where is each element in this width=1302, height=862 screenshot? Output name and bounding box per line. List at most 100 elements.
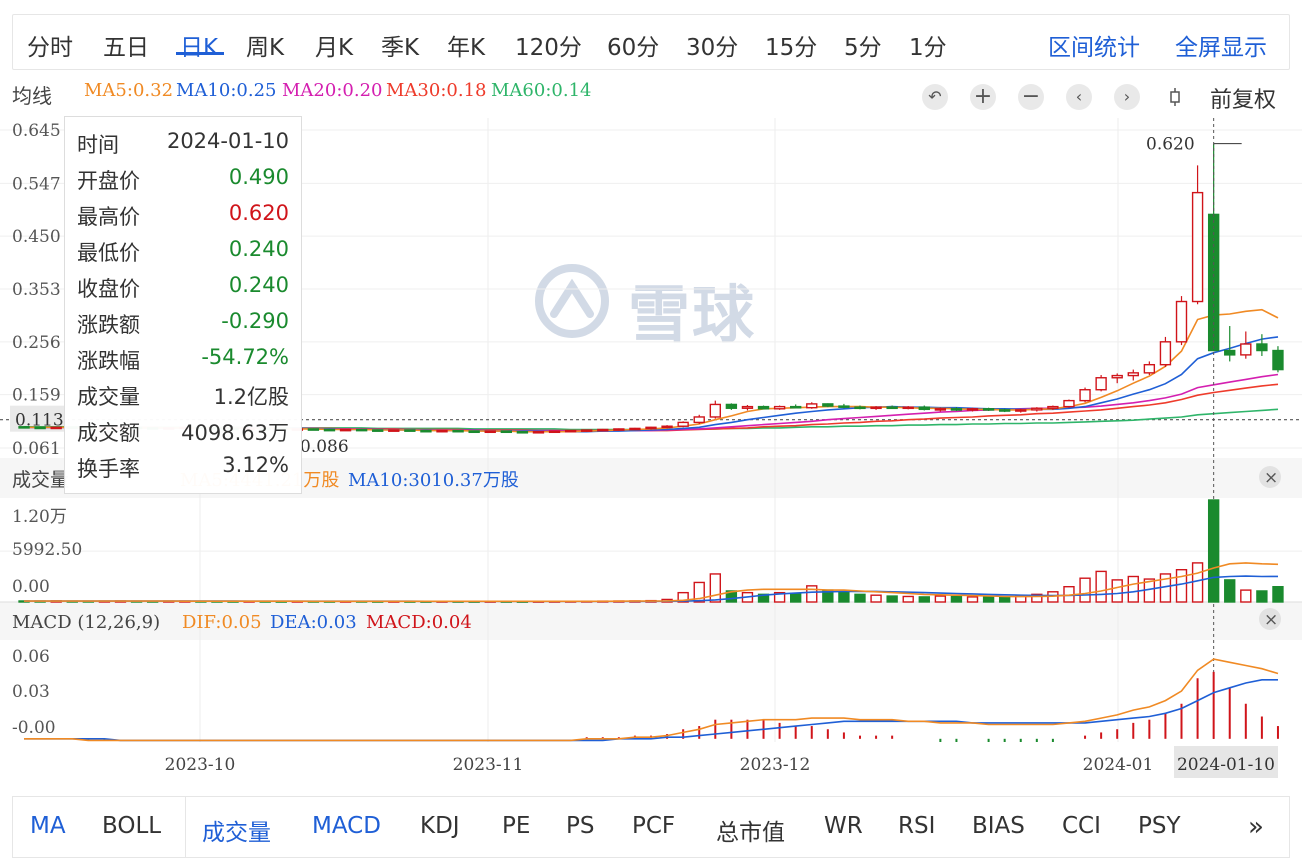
min-price-label: 0.086 bbox=[300, 437, 349, 457]
candle-body bbox=[741, 405, 754, 409]
indicator-divider bbox=[185, 797, 186, 857]
volume-bar bbox=[870, 594, 882, 603]
price-tick-label: 0.256 bbox=[12, 333, 61, 353]
candle-body bbox=[773, 405, 786, 410]
candle-body bbox=[516, 430, 529, 434]
tooltip-key: 涨跌额 bbox=[77, 313, 140, 337]
indicator-tab-11[interactable]: BIAS bbox=[972, 813, 1025, 839]
macd-dea-line bbox=[24, 678, 1278, 742]
volume-bar bbox=[886, 595, 898, 603]
candle-body bbox=[1175, 300, 1188, 343]
volume-bar bbox=[854, 593, 866, 603]
volume-bar bbox=[1079, 577, 1091, 603]
candle-body bbox=[372, 429, 384, 432]
x-axis-label: 2024-01 bbox=[1083, 755, 1154, 775]
price-tick-label: 0.450 bbox=[12, 227, 61, 247]
indicator-tab-4[interactable]: KDJ bbox=[420, 813, 460, 839]
candle-body bbox=[50, 426, 62, 430]
macd-dif-label: DIF:0.05 bbox=[182, 612, 262, 633]
candle-body bbox=[934, 408, 947, 411]
max-price-label: 0.620 bbox=[1146, 135, 1195, 155]
volume-bar bbox=[806, 585, 818, 603]
candle-body bbox=[709, 403, 721, 418]
x-axis-label: 2023-11 bbox=[453, 755, 524, 775]
candle-body bbox=[806, 403, 818, 409]
volume-bar bbox=[1240, 589, 1252, 603]
candle-body bbox=[998, 409, 1011, 412]
indicator-tab-5[interactable]: PE bbox=[502, 813, 530, 839]
candle-body bbox=[597, 428, 609, 432]
volume-bar bbox=[918, 596, 930, 603]
candle-body bbox=[468, 430, 480, 434]
candle-body bbox=[1272, 349, 1284, 371]
tooltip-value: 3.12% bbox=[222, 453, 289, 477]
tooltip-row: 换手率 3.12% bbox=[65, 453, 301, 489]
candle-body bbox=[918, 406, 930, 411]
tooltip-value: 0.240 bbox=[228, 237, 289, 261]
tooltip-value: 0.490 bbox=[228, 165, 289, 189]
data-tooltip: 时间 2024-01-10 开盘价 0.490 最高价 0.620 最低价 0.240 收盘价 0… bbox=[64, 116, 302, 494]
volume-header-label: 成交量 bbox=[12, 469, 69, 491]
indicator-tab-2[interactable]: 成交量 bbox=[202, 813, 271, 847]
candle-body bbox=[323, 428, 336, 432]
candle-body bbox=[18, 426, 30, 429]
tooltip-value: 0.620 bbox=[228, 201, 289, 225]
tooltip-key: 换手率 bbox=[77, 457, 140, 481]
volume-bar bbox=[1111, 579, 1123, 603]
indicator-tab-13[interactable]: PSY bbox=[1138, 813, 1181, 839]
volume-bar bbox=[1207, 499, 1220, 603]
volume-bar bbox=[838, 591, 850, 603]
candle-body bbox=[613, 428, 625, 431]
candle-body bbox=[822, 403, 834, 407]
indicator-tab-9[interactable]: WR bbox=[824, 813, 863, 839]
candle-body bbox=[548, 430, 561, 434]
indicator-tab-12[interactable]: CCI bbox=[1062, 813, 1101, 839]
candle-body bbox=[452, 429, 464, 433]
indicator-tab-0[interactable]: MA bbox=[30, 813, 66, 839]
volume-bar bbox=[1272, 586, 1284, 603]
tooltip-key: 收盘价 bbox=[77, 277, 140, 301]
candle-body bbox=[1159, 341, 1172, 366]
volume-bar bbox=[998, 596, 1011, 603]
candle-body bbox=[757, 405, 770, 410]
indicator-tab-1[interactable]: BOLL bbox=[102, 813, 161, 839]
volume-bar bbox=[709, 573, 721, 603]
indicator-tab-7[interactable]: PCF bbox=[632, 813, 675, 839]
indicator-tab-6[interactable]: PS bbox=[566, 813, 594, 839]
tooltip-key: 最低价 bbox=[77, 241, 140, 265]
candle-body bbox=[790, 405, 802, 409]
candle-body bbox=[966, 408, 979, 411]
candle-body bbox=[1031, 407, 1043, 411]
candle-body bbox=[1127, 372, 1139, 377]
volume-tick-label: 5992.50 bbox=[12, 540, 82, 560]
macd-value-label: MACD:0.04 bbox=[366, 612, 472, 633]
price-tick-label: 0.547 bbox=[12, 174, 61, 194]
volume-bar bbox=[1224, 579, 1236, 603]
macd-dif-line bbox=[24, 658, 1279, 742]
candle-body bbox=[564, 429, 577, 433]
volume-bar bbox=[902, 595, 914, 603]
indicator-tab-8[interactable]: 总市值 bbox=[716, 813, 785, 847]
tooltip-key: 成交额 bbox=[77, 421, 140, 445]
candle-body bbox=[339, 428, 352, 432]
candle-body bbox=[725, 403, 738, 409]
volume-bar bbox=[1175, 569, 1188, 603]
candle-body bbox=[436, 429, 448, 433]
double-chevron-right-icon[interactable]: » bbox=[1248, 812, 1264, 842]
candle-body bbox=[693, 416, 705, 424]
tooltip-row: 开盘价 0.490 bbox=[65, 165, 301, 201]
tooltip-key: 最高价 bbox=[77, 205, 140, 229]
macd-tick-label: 0.06 bbox=[12, 647, 50, 667]
volume-bar bbox=[966, 596, 979, 603]
candle-body bbox=[1047, 405, 1059, 409]
tooltip-key: 涨跌幅 bbox=[77, 349, 140, 373]
indicator-tab-10[interactable]: RSI bbox=[898, 813, 935, 839]
tooltip-row: 最低价 0.240 bbox=[65, 237, 301, 273]
volume-bar bbox=[934, 595, 947, 603]
candle-body bbox=[870, 406, 882, 410]
indicator-tab-3[interactable]: MACD bbox=[312, 813, 381, 839]
volume-bar bbox=[790, 592, 802, 603]
tooltip-value: -0.290 bbox=[221, 309, 289, 333]
volume-close-glyph: × bbox=[1264, 468, 1278, 488]
macd-header-label: MACD (12,26,9) bbox=[12, 612, 160, 633]
